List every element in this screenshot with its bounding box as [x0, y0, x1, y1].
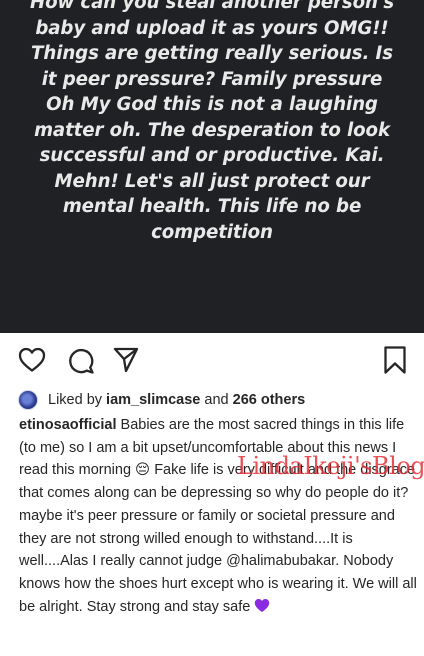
- post-image-line: successful and or productive. Kai.: [39, 145, 385, 166]
- likes-count[interactable]: 266 others: [233, 392, 306, 408]
- post-image-line: mental health. This life no be: [62, 196, 362, 217]
- likes-prefix: Liked by: [48, 392, 107, 408]
- liker-username[interactable]: iam_slimcase: [106, 392, 200, 408]
- post-image-line: competition: [151, 221, 273, 243]
- heart-icon[interactable]: [18, 347, 46, 373]
- post-image-line: baby and upload it as yours OMG!!: [35, 17, 389, 39]
- share-icon[interactable]: [112, 346, 140, 374]
- likes-middle: and: [200, 392, 233, 408]
- caption-text: Babies are the most sacred things in thi…: [19, 417, 416, 570]
- likes-row: Liked by iam_slimcase and 266 others: [18, 389, 418, 411]
- post-image-line: Mehn! Let's all just protect our: [54, 170, 370, 192]
- post-image: How can you steal another person's baby …: [0, 0, 424, 333]
- post-image-line: matter oh. The desperation to look: [34, 119, 390, 141]
- post-image-line: it peer pressure? Family pressure: [41, 68, 383, 90]
- comment-icon[interactable]: [67, 347, 95, 375]
- post-image-line: Oh My God this is not a laughing: [46, 94, 378, 115]
- purple-heart-icon: [255, 598, 270, 612]
- post-action-bar: [0, 340, 424, 382]
- post-image-line: How can you steal another person's: [29, 0, 395, 13]
- post-image-text: How can you steal another person's baby …: [6, 0, 418, 245]
- caption-mention[interactable]: @halimabubakar: [226, 553, 335, 569]
- caption-username[interactable]: etinosaofficial: [19, 417, 117, 433]
- avatar[interactable]: [18, 390, 38, 410]
- watermark: LindaIkeji'sBlog: [237, 452, 424, 480]
- caption: etinosaofficial Babies are the most sacr…: [19, 414, 419, 618]
- post-image-line: Things are getting really serious. Is: [31, 43, 393, 64]
- bookmark-icon[interactable]: [383, 345, 407, 375]
